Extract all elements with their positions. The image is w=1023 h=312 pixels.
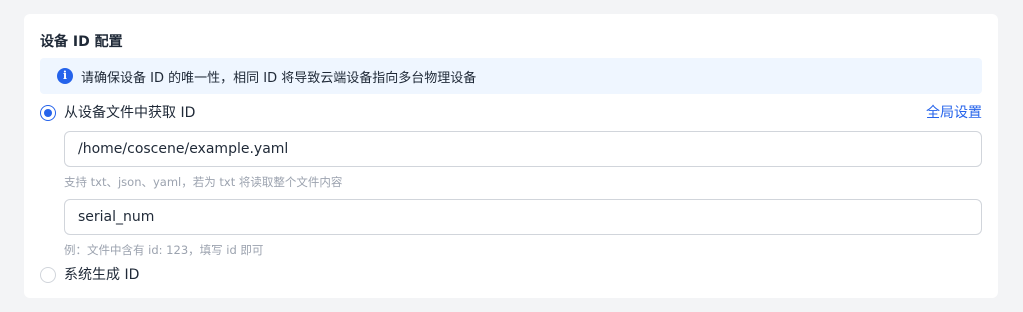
radio-from-file[interactable] [40,105,56,121]
file-path-hint: 支持 txt、json、yaml，若为 txt 将读取整个文件内容 [64,175,343,189]
option-from-file-label[interactable]: 从设备文件中获取 ID [64,103,195,123]
device-id-config-card: 设备 ID 配置 i 请确保设备 ID 的唯一性，相同 ID 将导致云端设备指向… [24,14,998,298]
info-notice: i 请确保设备 ID 的唯一性，相同 ID 将导致云端设备指向多台物理设备 [40,58,982,94]
file-path-input[interactable] [64,131,982,167]
option-system-generated-row: 系统生成 ID [40,265,139,285]
global-settings-link[interactable]: 全局设置 [926,103,982,123]
notice-text: 请确保设备 ID 的唯一性，相同 ID 将导致云端设备指向多台物理设备 [81,70,477,86]
id-field-input[interactable] [64,199,982,235]
id-field-hint: 例：文件中含有 id: 123，填写 id 即可 [64,243,264,257]
option-from-file-row: 从设备文件中获取 ID 全局设置 [40,103,982,123]
section-title: 设备 ID 配置 [40,34,123,50]
option-system-generated-label[interactable]: 系统生成 ID [64,265,139,285]
info-icon: i [57,68,73,84]
radio-system-generated[interactable] [40,267,56,283]
